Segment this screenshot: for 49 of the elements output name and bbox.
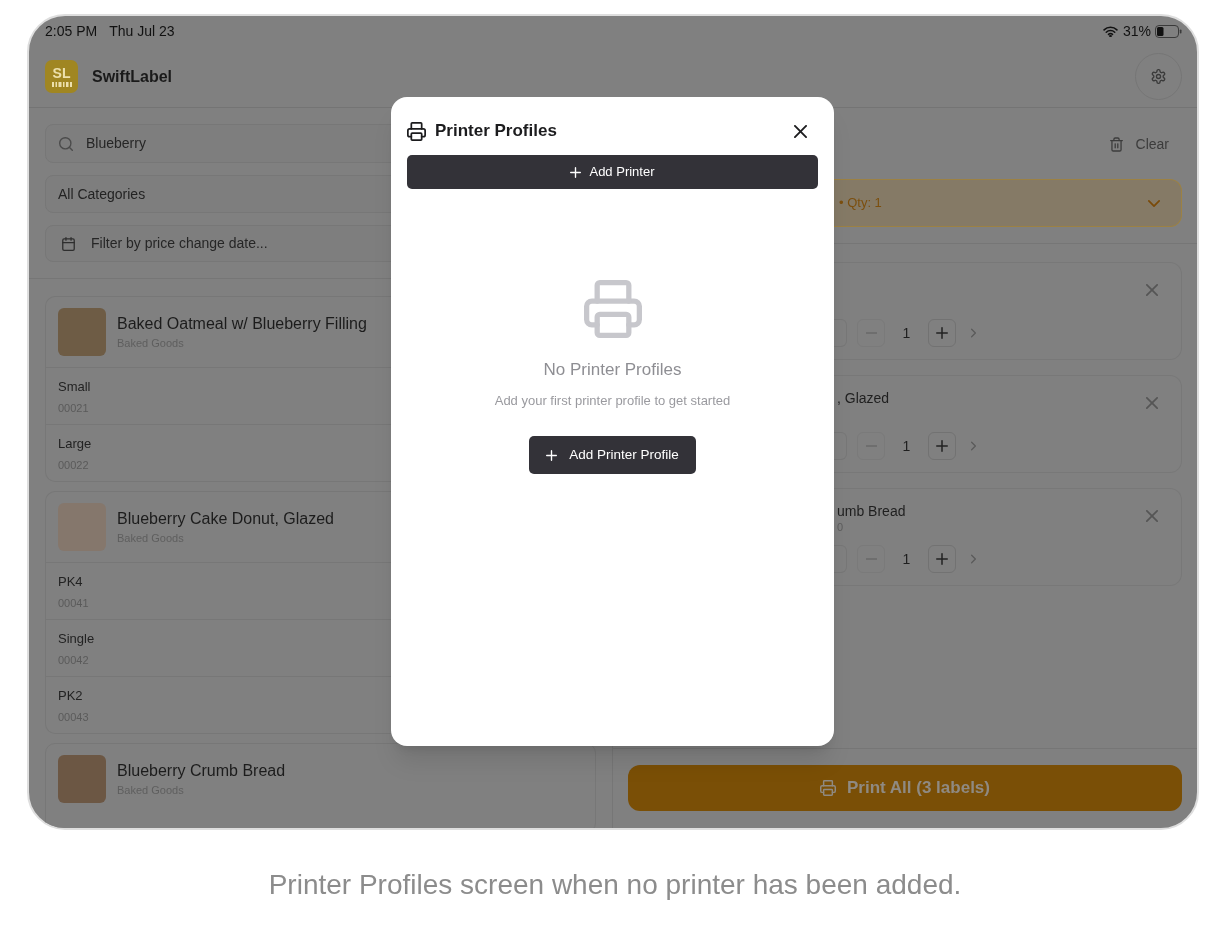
- printer-icon: [407, 121, 426, 141]
- photo-placeholder: [58, 755, 106, 803]
- print-all-button[interactable]: Print All (3 labels): [628, 765, 1182, 811]
- chevron-right-icon[interactable]: [971, 328, 976, 338]
- calendar-icon: [62, 236, 75, 251]
- status-time: 2:05 PM: [45, 21, 98, 41]
- chevron-right-icon[interactable]: [971, 441, 976, 451]
- printer-icon: [820, 780, 836, 796]
- variant-name: Small: [58, 378, 91, 395]
- trash-icon: [1109, 136, 1123, 152]
- queue-item-title: , Glazed: [837, 389, 890, 407]
- empty-state-message: Add your first printer profile to get started: [494, 392, 731, 410]
- increase-button[interactable]: [928, 319, 956, 347]
- wifi-icon: [1102, 25, 1118, 37]
- variant-name: PK4: [58, 573, 83, 590]
- app-name: SwiftLabel: [92, 66, 172, 87]
- quantity-value: 1: [901, 550, 912, 568]
- plus-icon: [936, 440, 948, 452]
- settings-icon: [1151, 69, 1166, 84]
- plus-icon: [570, 166, 582, 178]
- status-date: Thu Jul 23: [109, 21, 175, 41]
- add-printer-profile-button[interactable]: Add Printer Profile: [529, 436, 696, 474]
- plus-icon: [546, 449, 558, 461]
- add-printer-button[interactable]: Add Printer: [407, 155, 818, 189]
- increase-button[interactable]: [928, 545, 956, 573]
- chevron-right-icon[interactable]: [971, 554, 976, 564]
- plus-icon: [936, 553, 948, 565]
- plus-icon: [936, 327, 948, 339]
- photo-placeholder: [58, 308, 106, 356]
- product-name: Blueberry Cake Donut, Glazed: [117, 509, 334, 529]
- quantity-value: 1: [901, 437, 912, 455]
- increase-button[interactable]: [928, 432, 956, 460]
- variant-name: Single: [58, 630, 95, 647]
- empty-state-title: No Printer Profiles: [543, 359, 682, 381]
- queue-item-title: umb Bread: [837, 502, 906, 520]
- variant-name: Large: [58, 435, 92, 452]
- battery-percentage: 31%: [1122, 21, 1151, 41]
- logo-text: SL: [52, 66, 71, 80]
- printer-icon: [583, 280, 642, 338]
- product-name: Baked Oatmeal w/ Blueberry Filling: [117, 314, 367, 334]
- search-icon: [59, 136, 73, 151]
- close-icon[interactable]: [794, 124, 807, 138]
- quantity-value: 1: [901, 324, 912, 342]
- caption-text: Printer Profiles screen when no printer has been added.: [267, 868, 963, 902]
- clear-button[interactable]: Clear: [1109, 133, 1169, 155]
- barcode-icon: [51, 82, 72, 87]
- product-name: Blueberry Crumb Bread: [117, 761, 286, 781]
- variant-name: PK2: [58, 687, 83, 704]
- battery-icon: [1155, 24, 1182, 38]
